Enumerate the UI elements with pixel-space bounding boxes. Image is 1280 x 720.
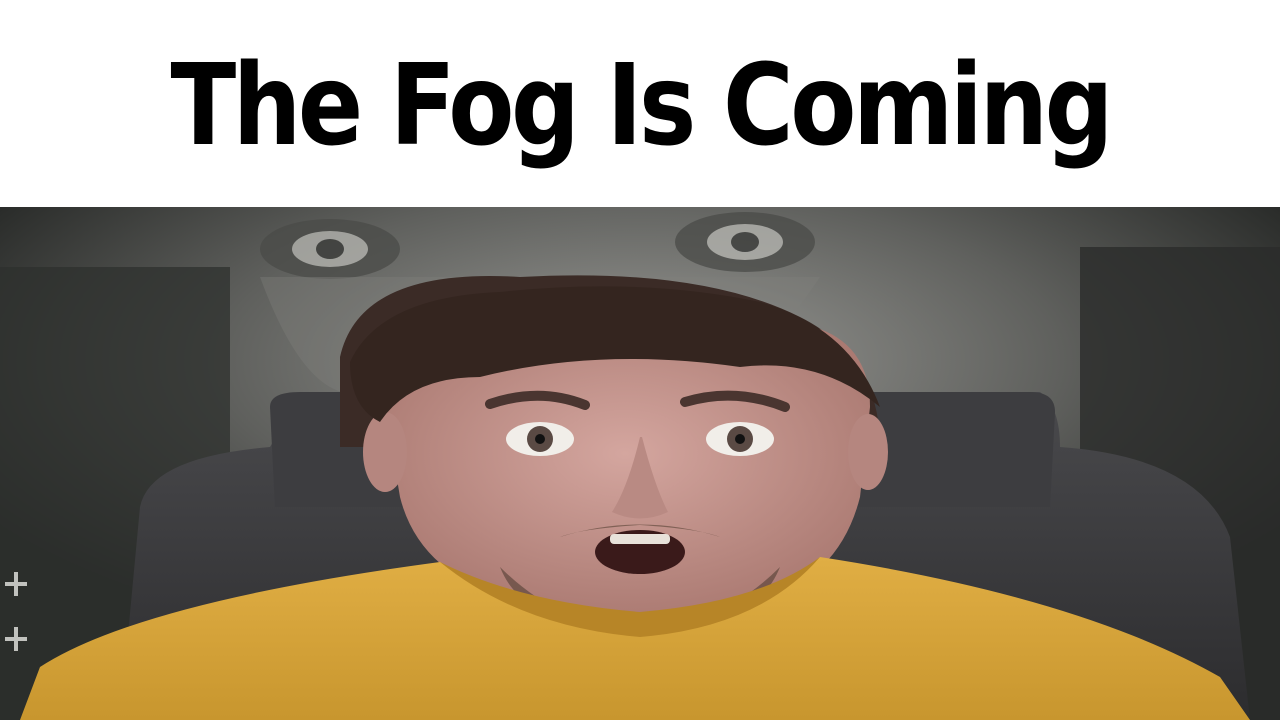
caption-text: The Fog Is Coming <box>170 40 1113 171</box>
photo-illustration <box>0 207 1280 720</box>
left-ear <box>363 412 407 492</box>
caption-bar: The Fog Is Coming <box>0 0 1280 207</box>
teeth <box>610 534 670 544</box>
meme-image: The Fog Is Coming <box>0 0 1280 720</box>
right-ear <box>848 414 888 490</box>
photo-panel <box>0 207 1280 720</box>
